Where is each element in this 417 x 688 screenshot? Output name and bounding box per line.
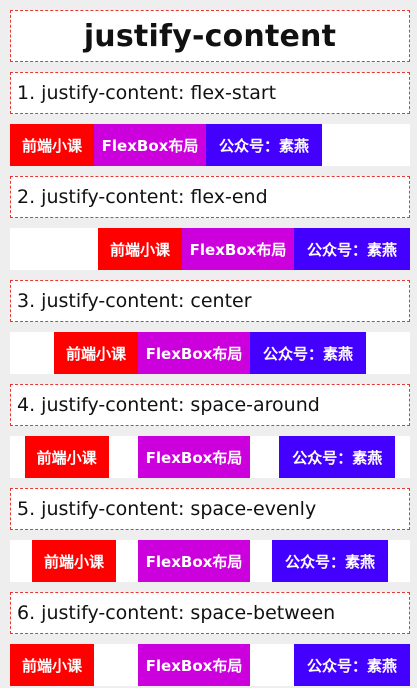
section-label: 6. justify-content: space-between xyxy=(10,592,410,634)
section-label: 2. justify-content: flex-end xyxy=(10,176,410,218)
flex-container: 前端小课 FlexBox布局 公众号：素燕 xyxy=(10,124,410,166)
flex-item-1: 前端小课 xyxy=(10,124,94,166)
section-space-around: 4. justify-content: space-around 前端小课 Fl… xyxy=(10,384,410,478)
section-space-evenly: 5. justify-content: space-evenly 前端小课 Fl… xyxy=(10,488,410,582)
flex-item-1: 前端小课 xyxy=(24,436,109,478)
section-space-between: 6. justify-content: space-between 前端小课 F… xyxy=(10,592,410,686)
flex-item-3: 公众号：素燕 xyxy=(272,540,388,582)
flex-item-2: FlexBox布局 xyxy=(137,436,250,478)
flex-item-2: FlexBox布局 xyxy=(182,228,294,270)
title-box: justify-content xyxy=(10,10,410,62)
flex-item-1: 前端小课 xyxy=(10,644,94,686)
section-center: 3. justify-content: center 前端小课 FlexBox布… xyxy=(10,280,410,374)
section-label: 5. justify-content: space-evenly xyxy=(10,488,410,530)
section-flex-end: 2. justify-content: flex-end 前端小课 FlexBo… xyxy=(10,176,410,270)
section-label: 1. justify-content: flex-start xyxy=(10,72,410,114)
flex-item-1: 前端小课 xyxy=(32,540,116,582)
page: justify-content 1. justify-content: flex… xyxy=(10,10,410,686)
section-label: 4. justify-content: space-around xyxy=(10,384,410,426)
flex-container: 前端小课 FlexBox布局 公众号：素燕 xyxy=(10,228,410,270)
flex-item-3: 公众号：素燕 xyxy=(250,332,366,374)
flex-container: 前端小课 FlexBox布局 公众号：素燕 xyxy=(10,540,410,582)
flex-item-3: 公众号：素燕 xyxy=(294,228,410,270)
flex-container: 前端小课 FlexBox布局 公众号：素燕 xyxy=(10,644,410,686)
flex-item-2: FlexBox布局 xyxy=(138,644,250,686)
flex-item-3: 公众号：素燕 xyxy=(279,436,396,478)
page-title: justify-content xyxy=(83,18,337,54)
section-flex-start: 1. justify-content: flex-start 前端小课 Flex… xyxy=(10,72,410,166)
flex-item-1: 前端小课 xyxy=(54,332,138,374)
flex-item-2: FlexBox布局 xyxy=(138,540,250,582)
flex-container: 前端小课 FlexBox布局 公众号：素燕 xyxy=(10,332,410,374)
flex-item-2: FlexBox布局 xyxy=(94,124,206,166)
section-label: 3. justify-content: center xyxy=(10,280,410,322)
flex-item-1: 前端小课 xyxy=(98,228,182,270)
flex-item-3: 公众号：素燕 xyxy=(294,644,410,686)
flex-item-2: FlexBox布局 xyxy=(138,332,250,374)
flex-container: 前端小课 FlexBox布局 公众号：素燕 xyxy=(10,436,410,478)
flex-item-3: 公众号：素燕 xyxy=(206,124,322,166)
